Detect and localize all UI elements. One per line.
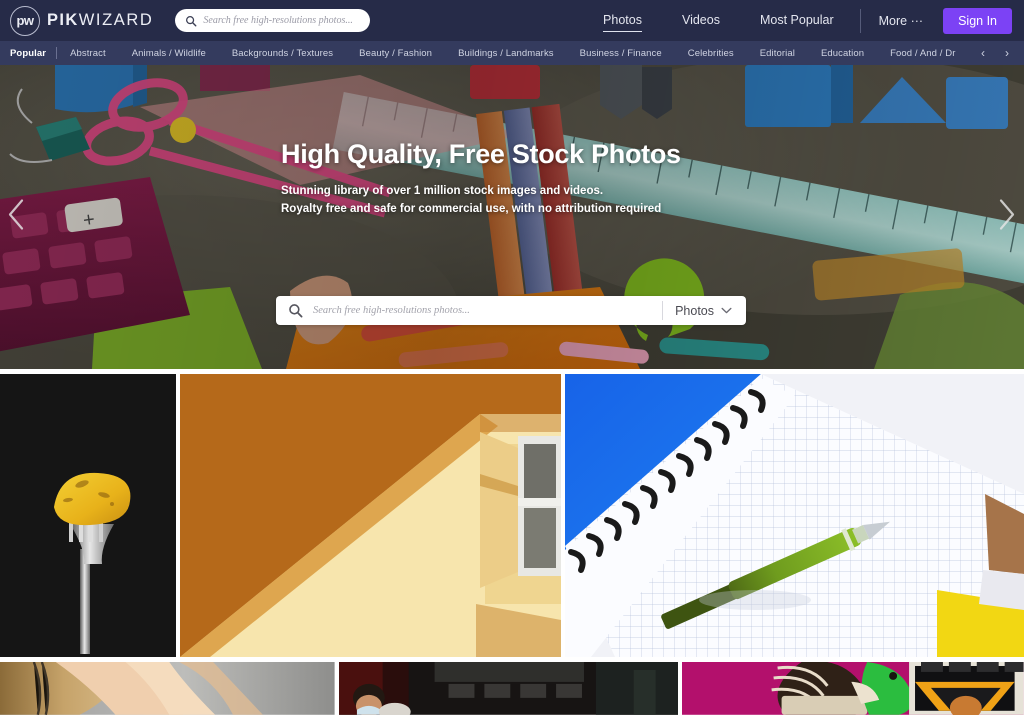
search-icon	[186, 15, 197, 26]
category-celebrities[interactable]: Celebrities	[675, 48, 747, 59]
hero-search-type-dropdown[interactable]: Photos	[663, 304, 746, 318]
gallery-tile-masked-man-dark-street[interactable]	[338, 662, 679, 715]
logo-mark-icon: pw	[10, 5, 40, 36]
hero-banner: + High Quality, Free Stock Photos	[0, 65, 1024, 369]
category-buildings-landmarks[interactable]: Buildings / Landmarks	[445, 48, 567, 59]
category-food-and-dr[interactable]: Food / And / Dr	[877, 48, 968, 59]
category-popular[interactable]: Popular	[8, 48, 56, 59]
category-education[interactable]: Education	[808, 48, 877, 59]
category-abstract[interactable]: Abstract	[57, 48, 119, 59]
hero-prev-arrow[interactable]	[6, 198, 28, 237]
header-search-box[interactable]: Search free high-resolutions photos...	[175, 9, 371, 32]
chevron-right-icon	[999, 199, 1015, 230]
category-bar: Popular Abstract Animals / Wildlife Back…	[0, 41, 1024, 65]
gallery-tile-street-art-graffiti[interactable]	[682, 662, 1024, 715]
category-next-icon[interactable]: ›	[996, 47, 1018, 59]
hero-title: High Quality, Free Stock Photos	[281, 139, 681, 169]
masked-man-dark-street-image	[338, 662, 679, 715]
category-prev-icon[interactable]: ‹	[972, 47, 994, 59]
logo-wordmark: PIKWIZARD	[47, 11, 153, 30]
blue-notebook-green-pen-image	[565, 374, 1024, 657]
gallery-tile-sunlight-on-ochre-wall[interactable]	[180, 374, 561, 657]
blonde-woman-portrait-image	[0, 662, 335, 715]
category-scroll-controls: ‹ ›	[972, 47, 1024, 59]
logo-wordmark-bold: PIK	[47, 11, 79, 29]
hero-search-icon-wrap	[276, 303, 313, 318]
fork-with-potato-on-black-image	[0, 374, 176, 657]
gallery-tile-blue-notebook-green-pen[interactable]	[565, 374, 1024, 657]
hero-search-bar[interactable]: Search free high-resolutions photos... P…	[276, 296, 746, 325]
hero-next-arrow[interactable]	[995, 198, 1017, 237]
gallery-tile-blonde-woman-portrait[interactable]	[0, 662, 335, 715]
header-search-input[interactable]: Search free high-resolutions photos...	[203, 15, 352, 26]
category-beauty-fashion[interactable]: Beauty / Fashion	[346, 48, 445, 59]
primary-nav: Photos Videos Most Popular More ··· Sign…	[583, 0, 1012, 41]
photo-gallery	[0, 369, 1024, 715]
nav-item-most-popular[interactable]: Most Popular	[740, 0, 854, 41]
gallery-row-1	[0, 374, 1024, 657]
gallery-tile-fork-with-potato-on-black[interactable]	[0, 374, 176, 657]
hero-search-input[interactable]: Search free high-resolutions photos...	[313, 305, 662, 316]
search-icon	[289, 304, 303, 318]
hero-text-block: High Quality, Free Stock Photos Stunning…	[281, 139, 751, 218]
hero-subtitle-line-2: Royalty free and safe for commercial use…	[281, 203, 662, 215]
category-animals-wildlife[interactable]: Animals / Wildlife	[119, 48, 219, 59]
gallery-row-2	[0, 662, 1024, 715]
nav-item-more[interactable]: More ···	[867, 14, 937, 28]
hero-subtitle-line-1: Stunning library of over 1 million stock…	[281, 185, 604, 197]
sign-in-button[interactable]: Sign In	[943, 7, 1012, 34]
chevron-down-icon	[721, 307, 732, 314]
category-business-finance[interactable]: Business / Finance	[567, 48, 675, 59]
logo-wordmark-light: WIZARD	[78, 11, 154, 29]
logo[interactable]: pw PIKWIZARD	[10, 5, 153, 36]
nav-divider	[859, 8, 861, 33]
sunlight-on-ochre-wall-image	[180, 374, 561, 657]
site-header: pw PIKWIZARD Search free high-resolution…	[0, 0, 1024, 41]
category-editorial[interactable]: Editorial	[747, 48, 808, 59]
hero-search-type-label: Photos	[675, 303, 714, 318]
logo-mark-text: pw	[16, 13, 34, 28]
category-backgrounds-textures[interactable]: Backgrounds / Textures	[219, 48, 346, 59]
chevron-left-icon	[8, 199, 24, 230]
nav-item-videos[interactable]: Videos	[662, 0, 740, 41]
street-art-graffiti-image	[682, 662, 1024, 715]
nav-item-photos[interactable]: Photos	[583, 0, 662, 41]
